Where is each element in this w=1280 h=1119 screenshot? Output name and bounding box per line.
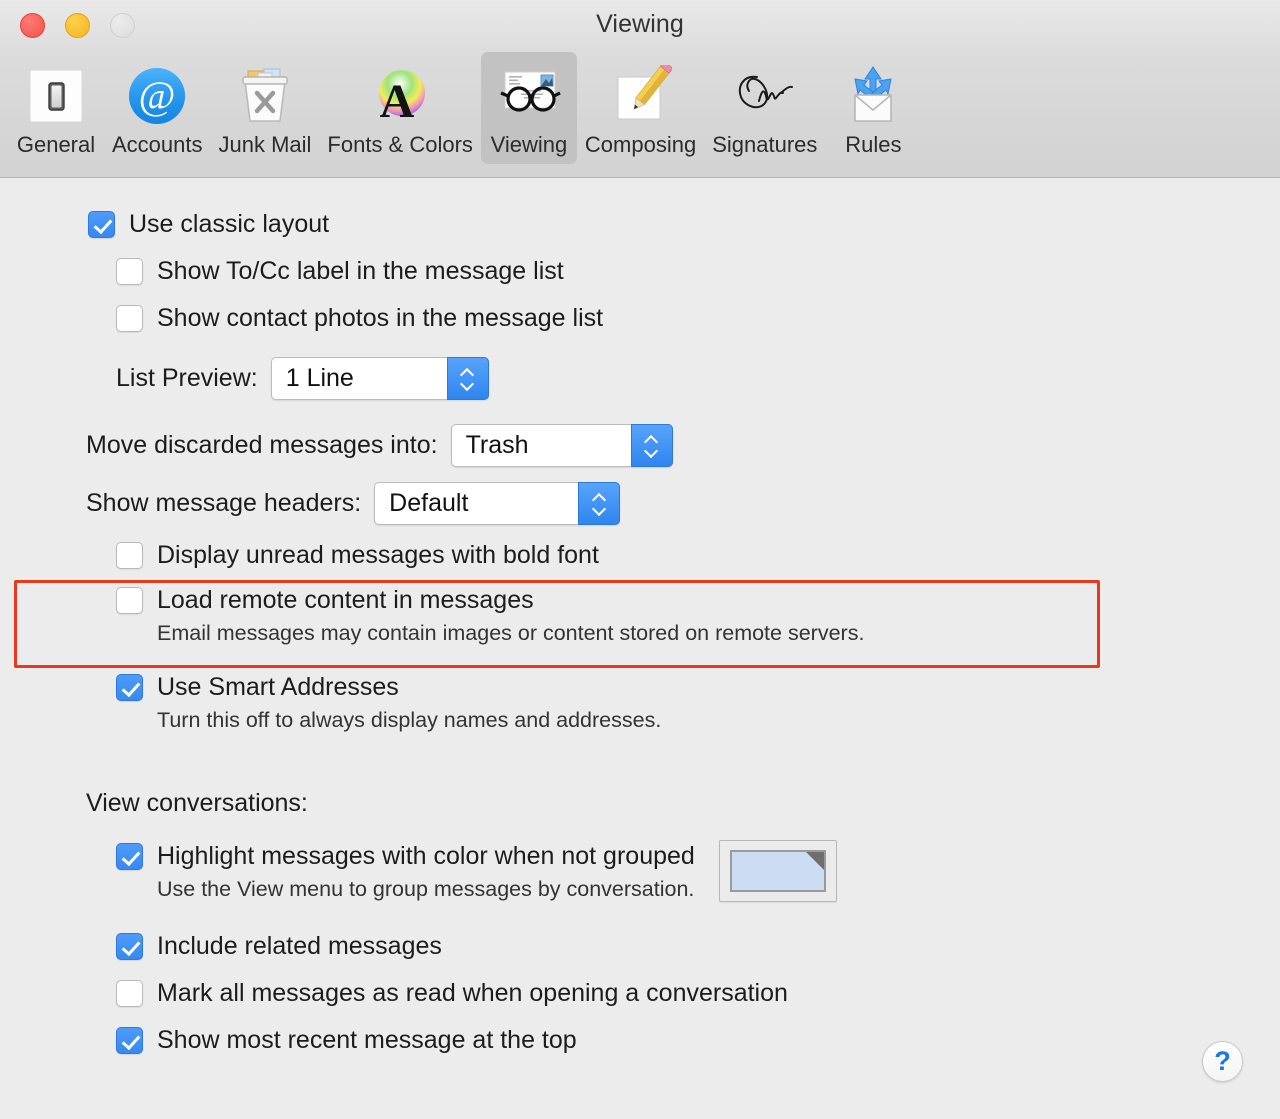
label-show-most-recent: Show most recent message at the top [157,1026,577,1054]
value-show-message-headers: Default [389,489,469,517]
setting-show-contact-photos[interactable]: Show contact photos in the message list [116,304,1280,333]
setting-load-remote-content-group: Load remote content in messages Email me… [0,580,1280,668]
preferences-window: Viewing General @ Accounts Junk Mail A F… [0,0,1280,1119]
label-highlight-messages: Highlight messages with color when not g… [157,842,695,870]
setting-mark-all-read[interactable]: Mark all messages as read when opening a… [116,979,1280,1008]
chevron-down-icon [645,447,658,455]
toolbar-item-accounts[interactable]: @ Accounts [104,52,211,164]
close-button[interactable] [20,13,45,38]
toolbar-label-viewing: Viewing [490,132,568,157]
label-show-contact-photos: Show contact photos in the message list [157,304,604,332]
signature-icon [731,62,799,130]
eyeglasses-icon [495,62,563,130]
description-load-remote-content: Email messages may contain images or con… [157,621,865,645]
label-use-classic-layout: Use classic layout [129,210,330,238]
select-list-preview[interactable]: 1 Line [270,357,489,400]
checkbox-use-smart-addresses[interactable] [116,674,143,701]
select-show-message-headers[interactable]: Default [374,482,621,525]
label-show-message-headers: Show message headers: [86,489,362,517]
checkbox-use-classic-layout[interactable] [88,211,115,238]
checkbox-load-remote-content[interactable] [116,587,143,614]
setting-load-remote-content[interactable]: Load remote content in messages [116,586,1280,615]
setting-show-to-cc-label[interactable]: Show To/Cc label in the message list [116,257,1280,286]
color-swatch-button[interactable] [718,840,837,902]
color-swatch-preview [729,850,826,892]
toolbar-label-rules: Rules [845,132,902,157]
select-move-discarded[interactable]: Trash [450,424,673,467]
toolbar-label-composing: Composing [584,132,697,157]
toolbar-label-signatures: Signatures [712,132,818,157]
label-display-unread-bold: Display unread messages with bold font [157,541,599,569]
toolbar-item-general[interactable]: General [8,52,104,164]
minimize-button[interactable] [65,13,90,38]
viewing-settings-panel: Use classic layout Show To/Cc label in t… [0,178,1280,1119]
window-title: Viewing [596,9,684,38]
heading-view-conversations: View conversations: [86,789,308,817]
traffic-light-group [20,13,135,38]
setting-highlight-messages-group: Highlight messages with color when not g… [116,840,1280,902]
chevron-up-icon [593,494,606,502]
chevron-down-icon [461,380,474,388]
chevron-up-icon [461,369,474,377]
setting-show-message-headers: Show message headers: Default [86,482,1280,525]
label-move-discarded: Move discarded messages into: [86,431,438,459]
checkbox-show-contact-photos[interactable] [116,305,143,332]
preferences-toolbar: General @ Accounts Junk Mail A Fonts & C… [0,48,1280,178]
toolbar-label-accounts: Accounts [112,132,203,157]
checkbox-show-most-recent[interactable] [116,1027,143,1054]
stepper-list-preview[interactable] [446,357,489,400]
toolbar-item-viewing[interactable]: Viewing [480,52,577,164]
checkbox-mark-all-read[interactable] [116,980,143,1007]
label-load-remote-content: Load remote content in messages [157,586,534,614]
toolbar-label-fonts-colors: Fonts & Colors [327,132,473,157]
description-use-smart-addresses: Turn this off to always display names an… [157,708,662,732]
toolbar-item-rules[interactable]: Rules [825,52,921,164]
stepper-move-discarded[interactable] [630,424,673,467]
checkbox-display-unread-bold[interactable] [116,542,143,569]
toolbar-item-fonts-colors[interactable]: A Fonts & Colors [319,52,481,164]
setting-use-smart-addresses[interactable]: Use Smart Addresses [116,673,1280,702]
description-highlight-messages: Use the View menu to group messages by c… [157,877,695,901]
label-list-preview: List Preview: [116,364,258,392]
toolbar-label-junk-mail: Junk Mail [218,132,312,157]
setting-use-classic-layout[interactable]: Use classic layout [88,210,1280,239]
value-move-discarded: Trash [465,431,529,459]
label-use-smart-addresses: Use Smart Addresses [157,673,399,701]
zoom-button [110,13,135,38]
value-list-preview: 1 Line [285,364,354,392]
setting-list-preview: List Preview: 1 Line [116,357,1280,400]
label-mark-all-read: Mark all messages as read when opening a… [157,979,788,1007]
setting-display-unread-bold[interactable]: Display unread messages with bold font [116,541,1280,570]
chevron-up-icon [645,436,658,444]
setting-show-most-recent[interactable]: Show most recent message at the top [116,1026,1280,1055]
toolbar-item-composing[interactable]: Composing [577,52,704,164]
toolbar-label-general: General [16,132,96,157]
setting-include-related[interactable]: Include related messages [116,932,1280,961]
light-switch-icon [22,62,90,130]
toolbar-item-junk-mail[interactable]: Junk Mail [211,52,320,164]
setting-move-discarded: Move discarded messages into: Trash [86,424,1280,467]
setting-highlight-messages[interactable]: Highlight messages with color when not g… [116,842,695,871]
checkbox-include-related[interactable] [116,933,143,960]
letter-a-color-icon: A [366,62,434,130]
label-show-to-cc-label: Show To/Cc label in the message list [157,257,564,285]
toolbar-item-signatures[interactable]: Signatures [704,52,825,164]
at-sign-icon: @ [123,62,191,130]
pencil-page-icon [607,62,675,130]
trash-can-icon [231,62,299,130]
checkbox-show-to-cc-label[interactable] [116,258,143,285]
svg-text:@: @ [139,73,176,118]
svg-text:A: A [380,75,415,127]
chevron-down-icon [593,505,606,513]
help-button[interactable]: ? [1202,1041,1243,1082]
envelope-arrows-icon [839,62,907,130]
title-bar: Viewing [0,0,1280,48]
label-include-related: Include related messages [157,932,442,960]
stepper-show-message-headers[interactable] [578,482,621,525]
checkbox-highlight-messages[interactable] [116,843,143,870]
